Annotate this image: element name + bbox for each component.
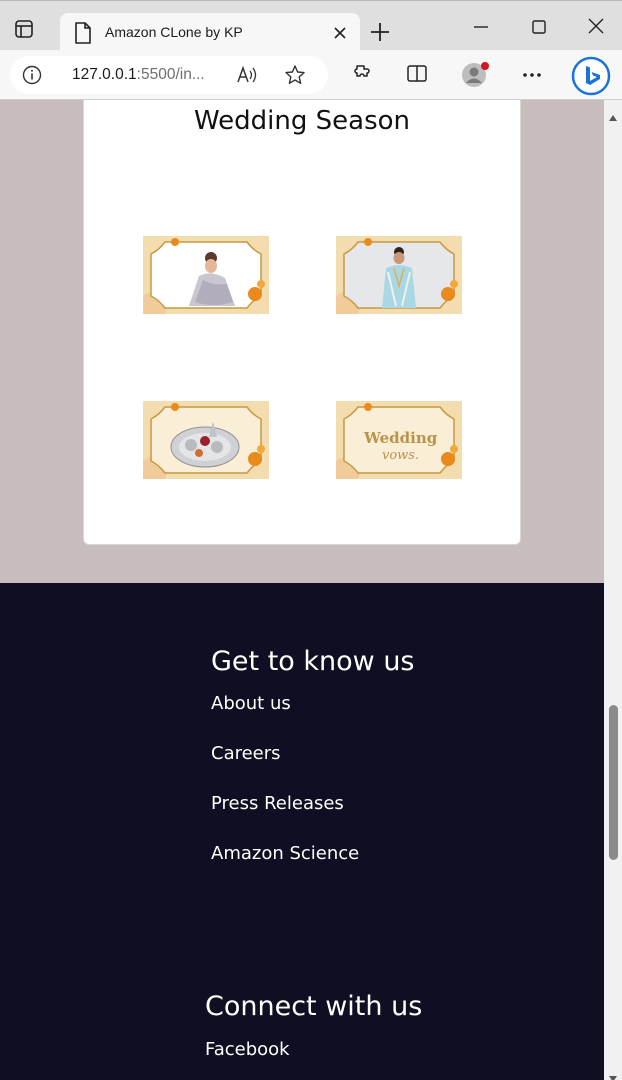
url-host: 127.0.0.1 — [72, 66, 137, 83]
woman-saree-image[interactable] — [143, 236, 269, 314]
tab-close-icon[interactable] — [332, 25, 348, 41]
bing-copilot-icon[interactable] — [570, 55, 612, 97]
footer-link-amazon-science[interactable]: Amazon Science — [211, 843, 359, 864]
favorite-star-icon[interactable] — [284, 64, 306, 86]
address-bar: 127.0.0.1:5500/in... — [0, 50, 622, 100]
active-tab[interactable]: Amazon CLone by KP — [60, 13, 360, 51]
page-viewport: Wedding Season Wedding vows. Get to know… — [0, 100, 604, 1080]
maximize-icon[interactable] — [530, 18, 548, 36]
footer-heading-know-us: Get to know us — [211, 646, 415, 677]
scroll-up-arrow-icon[interactable] — [609, 106, 617, 121]
url-path: :5500/in... — [136, 66, 205, 83]
tab-bar: Amazon CLone by KP — [0, 0, 622, 51]
document-icon — [74, 22, 94, 44]
wedding-season-card[interactable]: Wedding Season Wedding vows. — [83, 100, 521, 545]
window-close-icon[interactable] — [587, 17, 605, 35]
url-field[interactable]: 127.0.0.1:5500/in... — [10, 56, 328, 94]
wedding-vows-image[interactable]: Wedding vows. — [336, 401, 462, 479]
footer-link-about-us[interactable]: About us — [211, 693, 291, 714]
man-sherwani-image[interactable] — [336, 236, 462, 314]
url-text: 127.0.0.1:5500/in... — [72, 66, 205, 84]
footer-link-press-releases[interactable]: Press Releases — [211, 793, 344, 814]
footer-link-careers[interactable]: Careers — [211, 743, 281, 764]
vertical-scrollbar[interactable] — [604, 100, 622, 1080]
tab-title: Amazon CLone by KP — [105, 24, 243, 40]
footer-heading-connect: Connect with us — [205, 991, 423, 1022]
site-info-icon[interactable] — [22, 65, 42, 85]
tab-actions-icon[interactable] — [14, 19, 46, 47]
silver-pooja-thali-image[interactable] — [143, 401, 269, 479]
scrollbar-thumb[interactable] — [609, 705, 618, 860]
more-options-icon[interactable] — [520, 64, 544, 86]
card-title: Wedding Season — [193, 106, 411, 136]
split-screen-icon[interactable] — [406, 63, 428, 85]
wedding-vows-word1: Wedding — [363, 429, 438, 447]
wedding-vows-word2: vows. — [382, 448, 419, 463]
extensions-icon[interactable] — [352, 63, 374, 85]
footer: Get to know us About us Careers Press Re… — [0, 583, 604, 1080]
profile-avatar-icon[interactable] — [460, 60, 490, 90]
read-aloud-icon[interactable] — [236, 65, 258, 85]
minimize-icon[interactable] — [472, 18, 490, 36]
footer-link-facebook[interactable]: Facebook — [205, 1039, 290, 1060]
scroll-down-arrow-icon[interactable] — [609, 1067, 617, 1080]
new-tab-icon[interactable] — [369, 21, 391, 43]
